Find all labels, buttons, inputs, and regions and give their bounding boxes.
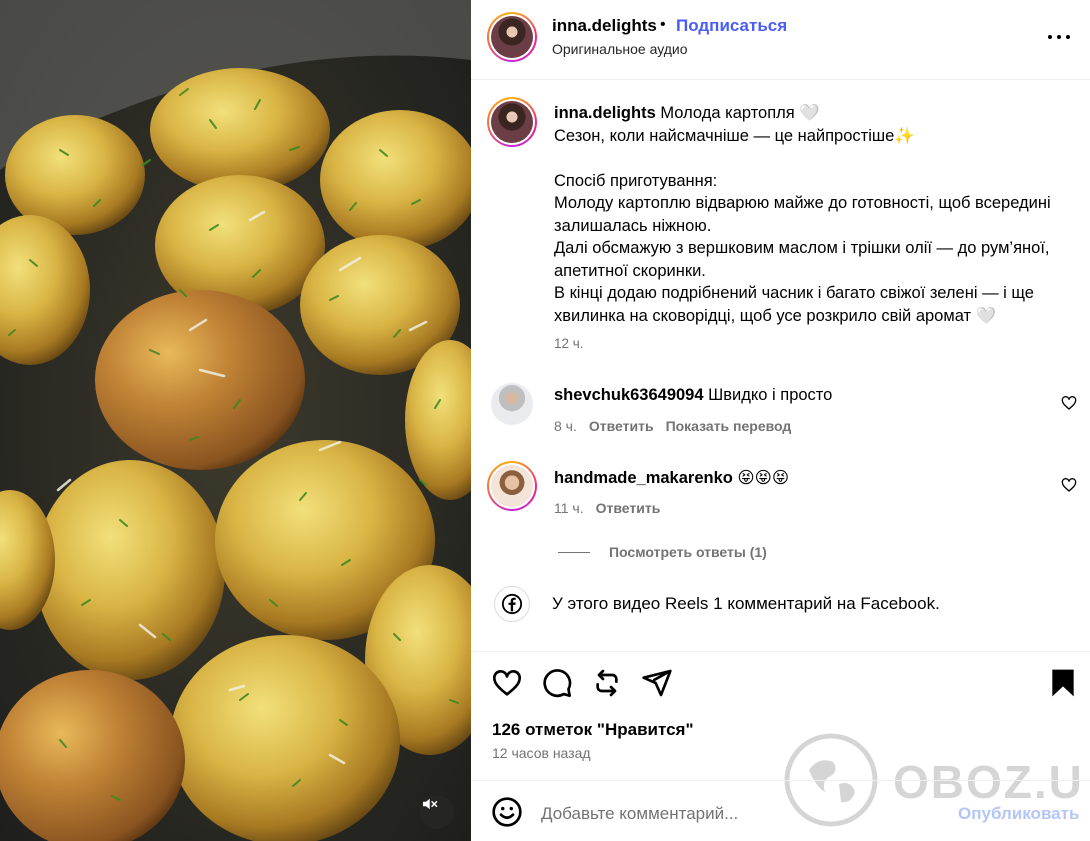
commenter-avatar[interactable] bbox=[487, 461, 537, 511]
replies-divider bbox=[558, 552, 590, 553]
caption-line-3 bbox=[554, 147, 1069, 170]
view-replies-button[interactable]: Посмотреть ответы (1) bbox=[609, 544, 767, 560]
publish-button[interactable]: Опубликовать bbox=[958, 804, 1079, 824]
repost-icon[interactable] bbox=[591, 667, 623, 699]
facebook-icon bbox=[494, 586, 530, 622]
comment-meta: 8 ч. Ответить Показать перевод bbox=[554, 418, 791, 434]
caption-line-6: Далі обсмажую з вершковим маслом і трішк… bbox=[554, 239, 1050, 280]
divider bbox=[471, 780, 1090, 781]
comment-time[interactable]: 8 ч. bbox=[554, 418, 577, 434]
divider bbox=[471, 651, 1090, 652]
svg-text:OBOZ.UA: OBOZ.UA bbox=[893, 756, 1081, 808]
translate-button[interactable]: Показать перевод bbox=[666, 418, 792, 434]
comment-text: handmade_makarenko 😝😝😝 bbox=[554, 469, 790, 487]
comment-icon[interactable] bbox=[541, 667, 573, 699]
caption-username[interactable]: inna.delights bbox=[554, 104, 656, 122]
like-comment-heart-icon[interactable] bbox=[1061, 395, 1077, 411]
comment-input[interactable] bbox=[541, 802, 941, 826]
caption-time[interactable]: 12 ч. bbox=[554, 336, 584, 351]
commenter-username[interactable]: shevchuk63649094 bbox=[554, 386, 704, 404]
post-header: inna.delights • Подписаться Оригинальное… bbox=[471, 0, 1090, 80]
caption-line-4: Спосіб приготування: bbox=[554, 171, 718, 190]
author-username[interactable]: inna.delights bbox=[552, 16, 657, 36]
post-details-panel: inna.delights • Подписаться Оригинальное… bbox=[471, 0, 1090, 841]
caption-line-5: Молоду картоплю відварюю майже до готовн… bbox=[554, 194, 1051, 235]
like-comment-heart-icon[interactable] bbox=[1061, 477, 1077, 493]
comment-time[interactable]: 11 ч. bbox=[554, 500, 584, 516]
share-icon[interactable] bbox=[641, 667, 673, 699]
caption-line-2: Сезон, коли найсмачніше — це найпростіше… bbox=[554, 126, 915, 145]
post-time[interactable]: 12 часов назад bbox=[492, 745, 591, 761]
commenter-username[interactable]: handmade_makarenko bbox=[554, 469, 733, 487]
author-avatar[interactable] bbox=[487, 12, 537, 62]
reply-button[interactable]: Ответить bbox=[596, 500, 661, 516]
facebook-comments-note[interactable]: У этого видео Reels 1 комментарий на Fac… bbox=[552, 594, 940, 614]
caption-line-7: В кінці додаю подрібнений часник і багат… bbox=[554, 284, 1034, 325]
commenter-avatar[interactable] bbox=[491, 383, 533, 425]
mute-button[interactable] bbox=[420, 795, 454, 829]
bookmark-icon[interactable] bbox=[1047, 667, 1079, 699]
heart-icon[interactable] bbox=[491, 667, 523, 699]
comment-text: shevchuk63649094 Швидко і просто bbox=[554, 386, 833, 404]
likes-count[interactable]: 126 отметок "Нравится" bbox=[492, 720, 694, 740]
separator-dot: • bbox=[660, 16, 666, 33]
caption-author-avatar[interactable] bbox=[487, 97, 537, 147]
more-options-icon[interactable] bbox=[1045, 24, 1075, 50]
emoji-icon[interactable] bbox=[491, 796, 523, 828]
reply-button[interactable]: Ответить bbox=[589, 418, 654, 434]
potatoes-image bbox=[0, 0, 471, 841]
follow-button[interactable]: Подписаться bbox=[676, 16, 787, 36]
comment-meta: 11 ч. Ответить bbox=[554, 500, 660, 516]
reel-video[interactable] bbox=[0, 0, 471, 841]
post-caption: inna.delights Молода картопля 🤍 Сезон, к… bbox=[554, 102, 1069, 327]
audio-label[interactable]: Оригинальное аудио bbox=[552, 41, 688, 57]
caption-line-1: inna.delights Молода картопля 🤍 bbox=[554, 104, 820, 122]
speaker-muted-icon bbox=[423, 798, 438, 810]
